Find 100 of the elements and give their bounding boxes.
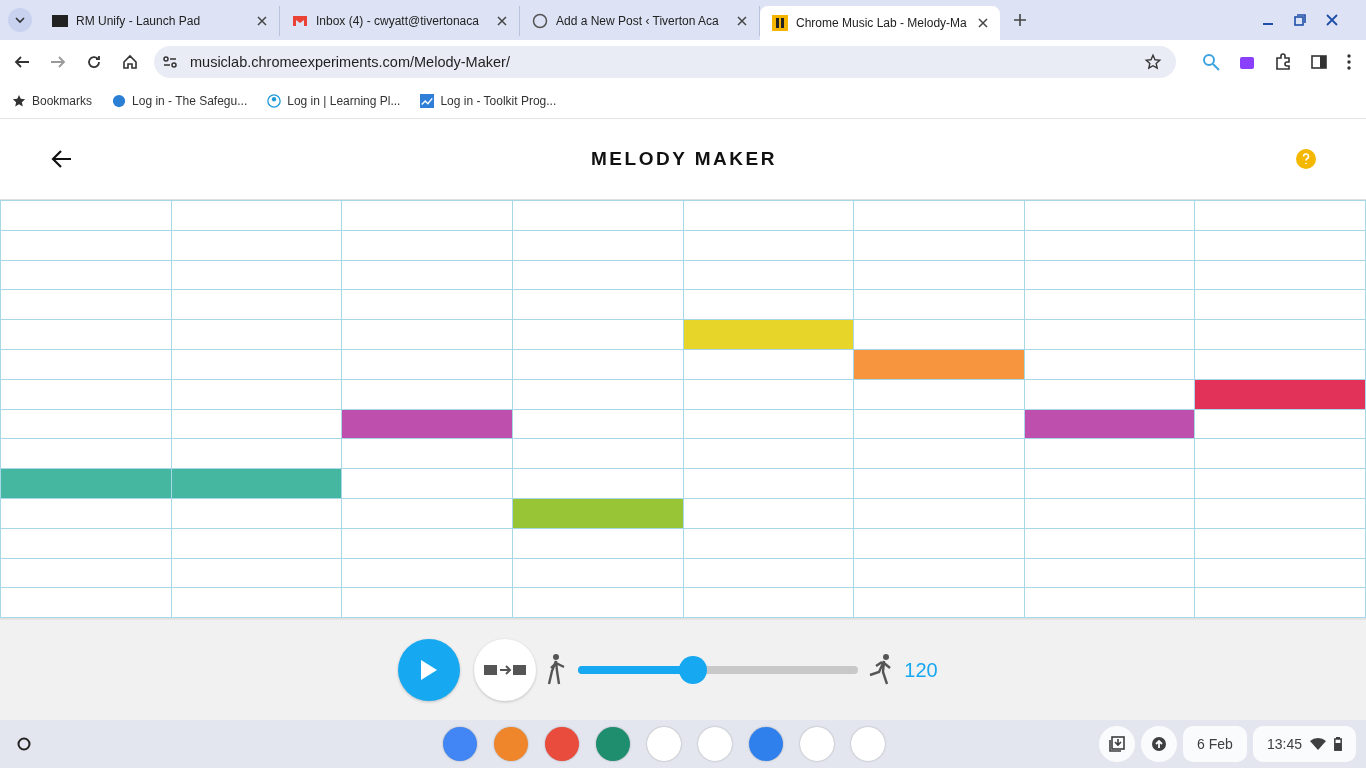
grid-cell[interactable]: [1, 409, 172, 440]
grid-cell[interactable]: [1024, 528, 1196, 559]
grid-cell[interactable]: [854, 379, 1025, 410]
grid-cell[interactable]: [683, 469, 855, 499]
grid-cell[interactable]: [854, 350, 1025, 380]
grid-cell[interactable]: [1, 201, 172, 231]
grid-cell[interactable]: [683, 320, 855, 350]
app-icon[interactable]: [698, 727, 732, 761]
grid-cell[interactable]: [1195, 409, 1366, 440]
grid-cell[interactable]: [1, 290, 172, 321]
grid-cell[interactable]: [171, 290, 343, 321]
grid-cell[interactable]: [1024, 409, 1196, 440]
grid-cell[interactable]: [1195, 290, 1366, 321]
grid-cell[interactable]: [342, 379, 513, 410]
grid-cell[interactable]: [1195, 498, 1366, 529]
star-icon[interactable]: [1144, 53, 1162, 71]
grid-cell[interactable]: [1195, 379, 1366, 410]
grid-cell[interactable]: [512, 469, 684, 499]
grid-cell[interactable]: [1024, 230, 1196, 261]
grid-cell[interactable]: [171, 320, 343, 350]
close-icon[interactable]: [737, 16, 747, 26]
app-icon[interactable]: [647, 727, 681, 761]
grid-cell[interactable]: [171, 498, 343, 529]
grid-cell[interactable]: [342, 290, 513, 321]
grid-cell[interactable]: [683, 558, 855, 589]
grid-cell[interactable]: [342, 230, 513, 261]
tab-search-button[interactable]: [8, 8, 32, 32]
grid-cell[interactable]: [1024, 201, 1196, 231]
grid-cell[interactable]: [171, 230, 343, 261]
magnifier-icon[interactable]: [1202, 53, 1220, 71]
grid-cell[interactable]: [512, 260, 684, 291]
extensions-icon[interactable]: [1274, 53, 1292, 71]
back-arrow-icon[interactable]: [50, 149, 72, 169]
grid-cell[interactable]: [171, 260, 343, 291]
app-icon[interactable]: [749, 727, 783, 761]
note-grid[interactable]: [0, 200, 1366, 619]
browser-tab[interactable]: RM Unify - Launch Pad: [40, 6, 280, 36]
grid-cell[interactable]: [512, 439, 684, 470]
grid-cell[interactable]: [1, 320, 172, 350]
grid-cell[interactable]: [854, 290, 1025, 321]
grid-cell[interactable]: [512, 528, 684, 559]
site-settings-icon[interactable]: [162, 54, 178, 70]
grid-cell[interactable]: [854, 230, 1025, 261]
grid-cell[interactable]: [1024, 320, 1196, 350]
shift-button[interactable]: [474, 639, 537, 702]
grid-cell[interactable]: [854, 201, 1025, 231]
app-icon[interactable]: [800, 727, 834, 761]
grid-cell[interactable]: [1024, 469, 1196, 499]
grid-cell[interactable]: [1195, 320, 1366, 350]
grid-cell[interactable]: [854, 469, 1025, 499]
grid-cell[interactable]: [1195, 558, 1366, 589]
grid-cell[interactable]: [1195, 260, 1366, 291]
grid-cell[interactable]: [1, 260, 172, 291]
grid-cell[interactable]: [854, 498, 1025, 529]
holding-space-icon[interactable]: [1098, 726, 1135, 762]
app-icon[interactable]: [443, 727, 477, 761]
grid-cell[interactable]: [683, 379, 855, 410]
app-icon[interactable]: [494, 727, 528, 761]
grid-cell[interactable]: [171, 558, 343, 589]
close-icon[interactable]: [1326, 14, 1338, 26]
grid-cell[interactable]: [512, 498, 684, 529]
grid-cell[interactable]: [1, 498, 172, 529]
grid-cell[interactable]: [512, 230, 684, 261]
tempo-slider[interactable]: [578, 656, 859, 685]
grid-cell[interactable]: [342, 469, 513, 499]
grid-cell[interactable]: [683, 230, 855, 261]
menu-icon[interactable]: [1346, 53, 1352, 71]
grid-cell[interactable]: [1195, 201, 1366, 231]
grid-cell[interactable]: [1024, 260, 1196, 291]
grid-cell[interactable]: [512, 409, 684, 440]
close-icon[interactable]: [497, 16, 507, 26]
bookmark-item[interactable]: Bookmarks: [12, 94, 93, 108]
grid-cell[interactable]: [512, 201, 684, 231]
help-icon[interactable]: [1296, 149, 1316, 169]
grid-cell[interactable]: [1, 528, 172, 559]
browser-tab[interactable]: Inbox (4) - cwyatt@tivertonaca: [280, 6, 520, 36]
new-tab-icon[interactable]: [1014, 14, 1026, 26]
grid-cell[interactable]: [342, 350, 513, 380]
browser-tab[interactable]: Chrome Music Lab - Melody-Ma: [760, 6, 1000, 40]
play-button[interactable]: [398, 639, 461, 702]
grid-cell[interactable]: [854, 439, 1025, 470]
grid-cell[interactable]: [342, 558, 513, 589]
grid-cell[interactable]: [1024, 439, 1196, 470]
grid-cell[interactable]: [854, 528, 1025, 559]
grid-cell[interactable]: [1195, 439, 1366, 470]
grid-cell[interactable]: [512, 320, 684, 350]
grid-cell[interactable]: [171, 469, 343, 499]
back-arrow-icon[interactable]: [14, 54, 30, 70]
bookmark-item[interactable]: Log in - The Safegu...: [112, 94, 248, 108]
slider-thumb[interactable]: [679, 656, 708, 685]
grid-cell[interactable]: [342, 498, 513, 529]
grid-cell[interactable]: [342, 409, 513, 440]
close-icon[interactable]: [257, 16, 267, 26]
app-icon[interactable]: [596, 727, 630, 761]
grid-cell[interactable]: [683, 528, 855, 559]
grid-cell[interactable]: [1, 469, 172, 499]
address-bar[interactable]: musiclab.chromeexperiments.com/Melody-Maker/: [154, 46, 1176, 78]
grid-cell[interactable]: [1024, 498, 1196, 529]
grid-cell[interactable]: [1195, 528, 1366, 559]
date-text[interactable]: 6 Feb: [1182, 726, 1247, 762]
